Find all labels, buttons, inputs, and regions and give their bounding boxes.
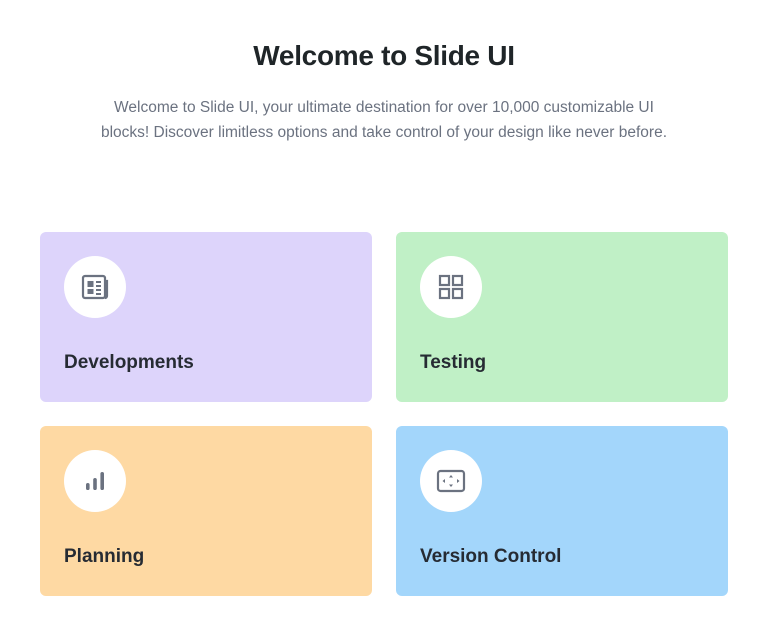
card-label: Testing	[420, 352, 487, 373]
card-planning[interactable]: Planning	[40, 426, 372, 596]
feature-grid: Developments Testing Planning Version Co…	[40, 232, 728, 596]
card-testing[interactable]: Testing	[396, 232, 728, 402]
card-version-control[interactable]: Version Control	[396, 426, 728, 596]
icon-badge	[64, 256, 126, 318]
card-label: Version Control	[420, 546, 562, 567]
screen-frame-icon	[436, 469, 466, 493]
card-developments[interactable]: Developments	[40, 232, 372, 402]
page-title: Welcome to Slide UI	[253, 40, 515, 71]
grid-icon	[438, 274, 464, 300]
newspaper-icon	[81, 274, 109, 300]
icon-badge	[64, 450, 126, 512]
icon-badge	[420, 450, 482, 512]
page-description: Welcome to Slide UI, your ultimate desti…	[100, 99, 668, 141]
icon-badge	[420, 256, 482, 318]
page: Welcome to Slide UI Welcome to Slide UI,…	[0, 0, 768, 636]
card-label: Developments	[64, 352, 194, 373]
card-label: Planning	[64, 546, 145, 567]
bar-chart-icon	[86, 472, 104, 490]
